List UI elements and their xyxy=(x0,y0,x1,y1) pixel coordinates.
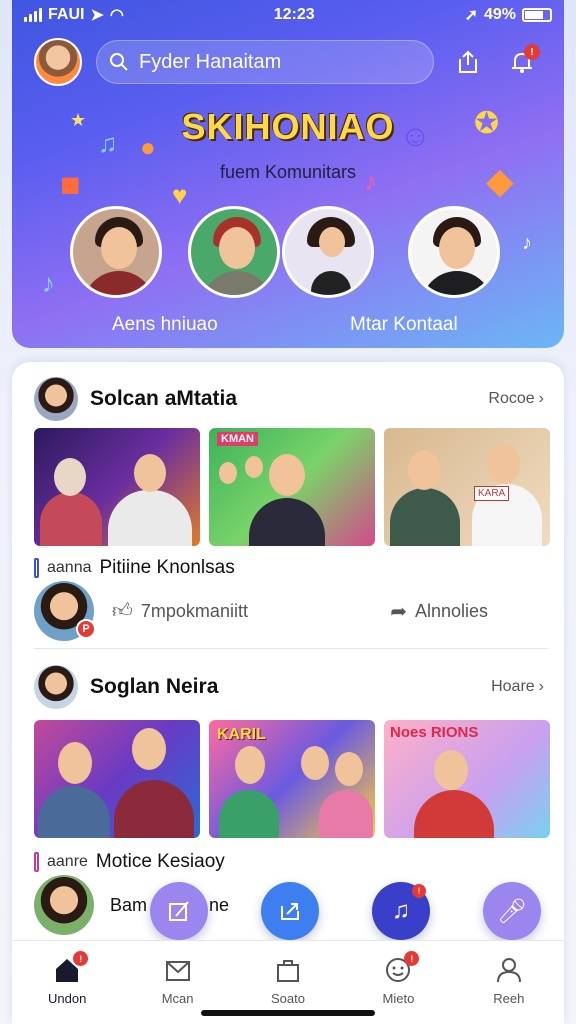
wifi-icon: ◠ xyxy=(109,7,124,24)
section-more-link-1[interactable]: Rocoe › xyxy=(488,390,544,408)
thumb-2-2[interactable]: KARIL xyxy=(209,720,375,838)
nav-profile-label: Reeh xyxy=(493,991,525,1006)
compose-button[interactable] xyxy=(150,882,208,940)
signal-icon xyxy=(24,8,42,22)
chevron-right-icon: › xyxy=(538,390,544,407)
pinterest-badge-icon: P xyxy=(76,619,96,639)
banner-right-label[interactable]: Mtar Kontaal xyxy=(350,314,458,336)
tag-label-1: Pitiine Knonlsas xyxy=(99,557,235,578)
featured-avatar-1[interactable] xyxy=(70,206,162,298)
location-arrow-icon: ➚ xyxy=(464,7,478,24)
notifications-button[interactable]: ! xyxy=(502,42,542,82)
thumb-2-3[interactable]: Noes RIONS xyxy=(384,720,550,838)
edit-icon xyxy=(169,901,189,921)
more-label-2: Hoare xyxy=(491,678,535,695)
upload-button[interactable] xyxy=(261,882,319,940)
search-icon xyxy=(110,53,128,71)
status-bar: FAUI ➤ ◠ 12:23 ➚ 49% xyxy=(12,0,564,30)
tag-label-2: Motice Kesiaoy xyxy=(95,851,225,872)
carrier-label: FAUI xyxy=(48,6,85,23)
thumb-1-3[interactable]: KARA xyxy=(384,428,550,546)
featured-avatar-3[interactable] xyxy=(282,206,374,298)
thumb-card-2: Noes RIONS xyxy=(390,724,479,741)
battery-percent: 49% xyxy=(483,6,516,23)
like-action-label: 7mpokmaniitt xyxy=(140,600,248,621)
banner-subtitle: fuem Komunitars xyxy=(219,162,357,182)
section-avatar-1[interactable] xyxy=(34,377,78,421)
tag-row-2[interactable]: aanre Motice Kesiaoy xyxy=(34,850,544,874)
bag-icon xyxy=(277,960,300,982)
search-input[interactable] xyxy=(139,50,359,74)
section-header-1: Solcan aMtatia Rocoe › xyxy=(34,376,544,422)
featured-avatar-2[interactable] xyxy=(188,206,280,298)
banner-title: SKIHONIAO xyxy=(181,106,395,147)
search-bar[interactable] xyxy=(96,40,434,84)
section-title-2: Soglan Neira xyxy=(90,675,219,698)
tag-marker-icon-2 xyxy=(34,852,39,872)
mail-icon xyxy=(165,961,190,981)
nav-media-label: Mieto xyxy=(382,991,415,1006)
nav-profile[interactable]: Reeh xyxy=(454,941,564,1024)
thumb-sign-1: KMAN xyxy=(217,432,258,446)
tag-marker-icon xyxy=(34,558,39,578)
nav-store-label: Soato xyxy=(271,991,305,1006)
featured-members xyxy=(12,206,564,306)
share-action[interactable]: ➦ Alnnolies xyxy=(390,599,488,624)
section-header-2: Soglan Neira Hoare › xyxy=(34,664,544,710)
microphone-icon: 🎤︎ xyxy=(496,897,528,925)
mic-button[interactable]: 🎤︎ xyxy=(483,882,541,940)
notification-badge: ! xyxy=(524,44,540,60)
music-badge: ! xyxy=(412,884,426,898)
thumb-row-1: KMAN KARA xyxy=(34,428,550,546)
thumb-card-1: KARA xyxy=(474,486,510,501)
hero-header: FAUI ➤ ◠ 12:23 ➚ 49% Fyder Hanaitam ! ♫ … xyxy=(12,0,564,348)
thumb-sign-2: KARIL xyxy=(217,726,266,743)
action-row-1: P 👍︎ 7mpokmaniitt ➦ Alnnolies xyxy=(34,580,544,642)
thumb-1-1[interactable] xyxy=(34,428,200,546)
location-icon: ➤ xyxy=(90,7,104,24)
action-avatar-1[interactable]: P xyxy=(34,581,96,641)
media-badge: ! xyxy=(404,951,420,966)
upload-icon xyxy=(281,903,299,920)
nav-home-label: Undon xyxy=(48,991,87,1006)
tag-prefix-2: aanre xyxy=(47,853,88,870)
profile-avatar[interactable] xyxy=(34,38,82,86)
home-indicator xyxy=(201,1010,375,1016)
person-icon xyxy=(496,958,521,983)
chevron-right-icon-2: › xyxy=(538,678,544,695)
share-icon xyxy=(459,50,477,73)
music-button[interactable]: ♫ ! xyxy=(372,882,430,940)
nav-home[interactable]: ! Undon xyxy=(12,941,122,1024)
share-arrow-icon: ➦ xyxy=(390,600,407,623)
tag-prefix-1: aanna xyxy=(47,559,92,576)
thumb-row-2: KARIL Noes RIONS xyxy=(34,720,550,838)
like-action[interactable]: 👍︎ 7mpokmaniitt xyxy=(112,599,390,623)
share-action-label: Alnnolies xyxy=(414,600,488,621)
banner-left-label[interactable]: Aens hniuao xyxy=(112,314,218,336)
clock: 12:23 xyxy=(273,6,315,23)
home-badge: ! xyxy=(73,951,89,966)
partial-text-tail: ne xyxy=(209,894,230,915)
action-avatar-2[interactable] xyxy=(34,875,94,935)
thumbs-up-icon: 👍︎ xyxy=(112,600,133,622)
tag-row-1[interactable]: aanna Pitiine Knonlsas xyxy=(34,556,544,580)
share-button[interactable] xyxy=(448,42,488,82)
nav-messages-label: Mcan xyxy=(161,991,194,1006)
featured-avatar-4[interactable] xyxy=(408,206,500,298)
section-title-1: Solcan aMtatia xyxy=(90,387,238,410)
more-label-1: Rocoe xyxy=(488,390,535,407)
thumb-2-1[interactable] xyxy=(34,720,200,838)
section-more-link-2[interactable]: Hoare › xyxy=(491,678,544,696)
partial-text: Bam xyxy=(110,894,148,915)
section-avatar-2[interactable] xyxy=(34,665,78,709)
music-icon: ♫ xyxy=(392,897,410,924)
section-divider xyxy=(34,648,548,649)
battery-icon xyxy=(522,8,552,22)
thumb-1-2[interactable]: KMAN xyxy=(209,428,375,546)
